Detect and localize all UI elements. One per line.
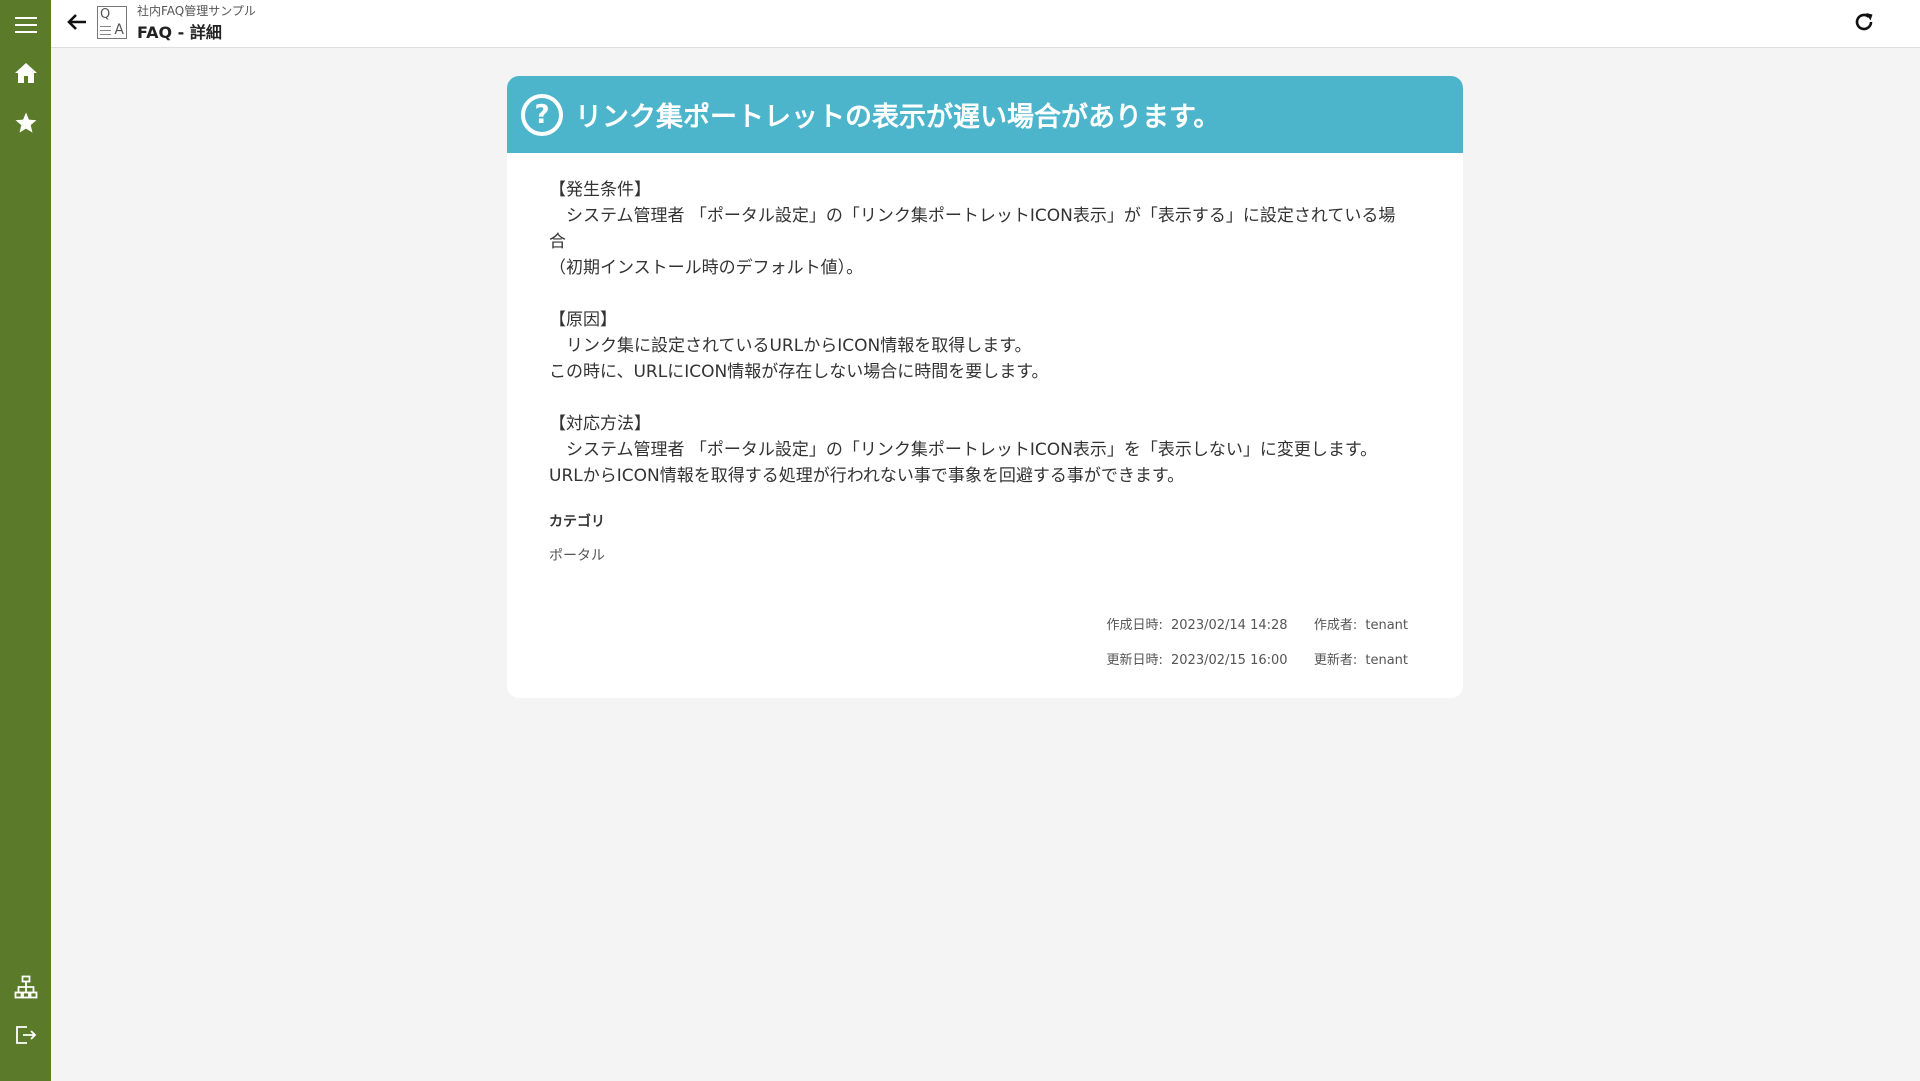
category-value: ポータル (549, 548, 605, 564)
updated-label: 更新日時: (1106, 653, 1163, 668)
menu-button[interactable] (0, 0, 51, 50)
answer-line: （初期インストール時のデフォルト値）。 (549, 258, 864, 278)
created-label: 作成日時: (1106, 618, 1163, 633)
question-circle-icon: ? (521, 93, 563, 136)
section-heading: 【原因】 (549, 310, 617, 330)
sitemap-button[interactable] (0, 962, 51, 1012)
created-at: 2023/02/14 14:28 (1171, 618, 1288, 633)
reload-icon (1853, 11, 1875, 37)
creator-label: 作成者: (1313, 618, 1358, 633)
faq-card-header: ? リンク集ポートレットの表示が遅い場合があります。 (507, 76, 1463, 153)
header-bar: Q A 社内FAQ管理サンプル FAQ - 詳細 (51, 0, 1920, 48)
page-title: FAQ - 詳細 (137, 23, 222, 42)
faq-card: ? リンク集ポートレットの表示が遅い場合があります。 【発生条件】 システム管理… (507, 76, 1463, 698)
answer-line: リンク集に設定されているURLからICON情報を取得します。 (549, 336, 1032, 356)
answer-line: システム管理者 「ポータル設定」の「リンク集ポートレットICON表示」を「表示し… (549, 440, 1378, 460)
section-heading: 【発生条件】 (549, 180, 651, 200)
answer-line: URLからICON情報を取得する処理が行われない事で事象を回避する事ができます。 (549, 466, 1185, 486)
category-label: カテゴリ (549, 514, 605, 530)
arrow-left-icon (67, 13, 87, 35)
logout-button[interactable] (0, 1010, 51, 1060)
faq-app-icon: Q A (97, 6, 127, 39)
updater-label: 更新者: (1313, 653, 1358, 668)
star-icon (14, 111, 38, 135)
answer-line: システム管理者 「ポータル設定」の「リンク集ポートレットICON表示」が「表示す… (549, 206, 1396, 226)
creator: tenant (1365, 618, 1408, 633)
faq-body: 【発生条件】 システム管理者 「ポータル設定」の「リンク集ポートレットICON表… (507, 153, 1463, 565)
section-heading: 【対応方法】 (549, 414, 651, 434)
created-meta: 作成日時: 2023/02/14 14:28 作成者: tenant (1102, 614, 1408, 633)
back-button[interactable] (61, 8, 93, 40)
home-button[interactable] (0, 48, 51, 98)
faq-title: リンク集ポートレットの表示が遅い場合があります。 (575, 102, 1221, 133)
sidebar (0, 0, 51, 1081)
sitemap-icon (14, 975, 38, 999)
favorites-button[interactable] (0, 98, 51, 148)
menu-icon (14, 16, 37, 34)
app-name: 社内FAQ管理サンプル (137, 4, 256, 18)
home-icon (14, 62, 38, 84)
answer-line: この時に、URLにICON情報が存在しない場合に時間を要します。 (549, 362, 1049, 382)
updated-at: 2023/02/15 16:00 (1171, 653, 1288, 668)
answer-line: 合 (549, 232, 566, 252)
logout-icon (14, 1023, 38, 1047)
updated-meta: 更新日時: 2023/02/15 16:00 更新者: tenant (1102, 649, 1408, 668)
updater: tenant (1365, 653, 1408, 668)
reload-button[interactable] (1848, 8, 1880, 40)
